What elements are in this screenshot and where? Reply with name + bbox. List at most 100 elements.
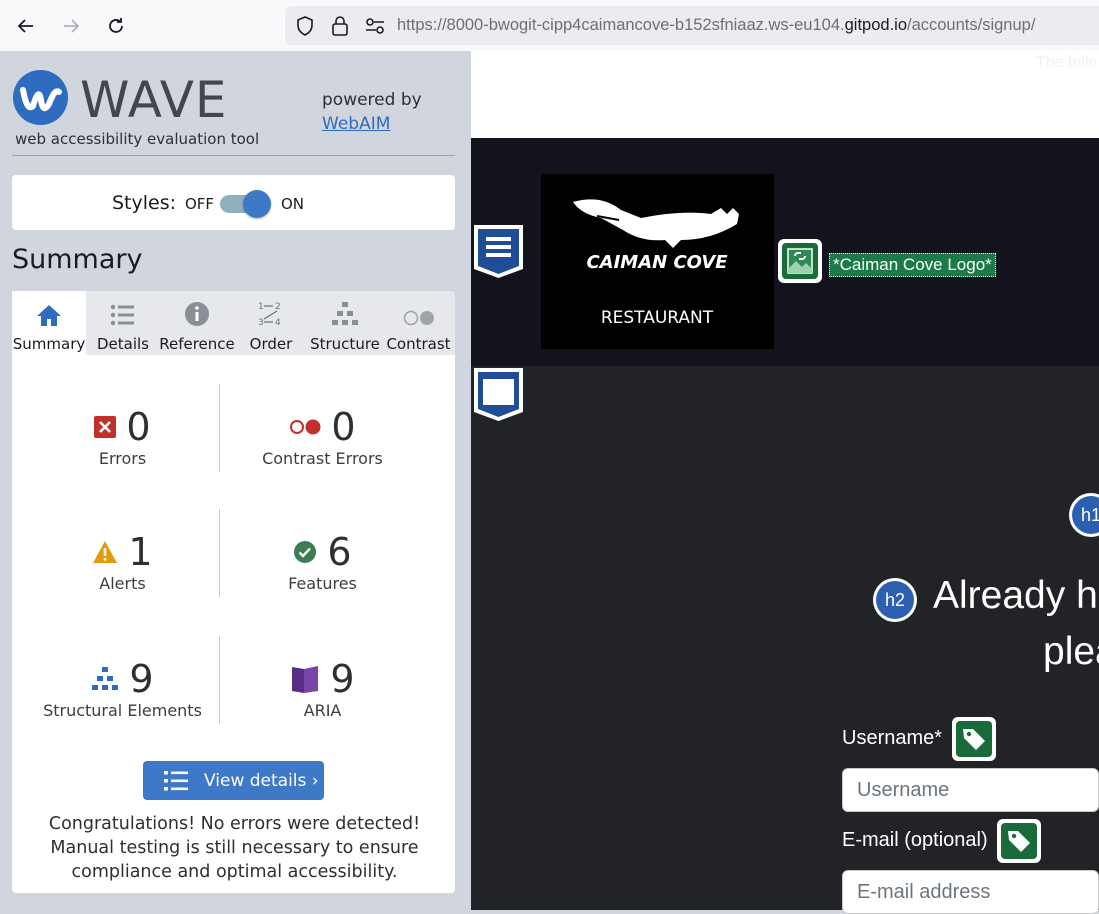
label-badge-username[interactable] <box>952 717 996 761</box>
username-label: Username* <box>842 727 943 749</box>
tab-contrast[interactable]: Contrast <box>382 291 455 355</box>
email-input[interactable]: E-mail address <box>842 870 1099 914</box>
structure-icon <box>332 302 358 325</box>
tag-icon <box>963 729 985 750</box>
tab-label: Contrast <box>386 335 451 353</box>
h1-badge-label: h1 <box>1072 496 1099 534</box>
congrats-message: Congratulations! No errors were detected… <box>48 814 421 882</box>
reload-icon <box>109 18 123 33</box>
divider <box>219 636 220 724</box>
tab-label: Details <box>96 335 149 353</box>
view-details-button[interactable]: View details › <box>143 761 324 800</box>
url-path: /accounts/signup/ <box>907 16 1036 34</box>
error-icon <box>94 416 117 438</box>
tab-order[interactable]: 1 2 3 4 Order <box>234 291 308 355</box>
linked-image-icon <box>787 248 813 274</box>
wave-logo-mark <box>13 70 68 125</box>
logo-alt-label: *Caiman Cove Logo* <box>829 253 996 277</box>
url-prefix: https://8000-bwogit-cipp4caimancove-b152… <box>397 16 845 34</box>
list-icon <box>164 770 188 790</box>
header-region-icon[interactable] <box>472 223 525 279</box>
forward-button[interactable] <box>57 12 85 40</box>
tab-structure[interactable]: Structure <box>308 291 382 355</box>
tab-details[interactable]: Details <box>86 291 160 355</box>
alerts-label: Alerts <box>99 574 146 593</box>
styles-on-label: ON <box>281 195 305 213</box>
tab-label: Structure <box>310 335 380 353</box>
features-label: Features <box>288 574 357 593</box>
divider <box>12 155 455 156</box>
info-icon <box>185 302 209 326</box>
contrast-error-icon <box>290 419 321 435</box>
h2-badge-label: h2 <box>876 581 914 619</box>
svg-text:3: 3 <box>258 318 264 327</box>
stat-features[interactable]: 6 Features <box>240 530 405 593</box>
caiman-cove-logo[interactable]: CAIMAN COVE RESTAURANT <box>541 174 774 349</box>
styles-toggle-knob[interactable] <box>243 190 271 218</box>
stat-aria[interactable]: 9 ARIA <box>240 657 405 720</box>
main-region-icon[interactable] <box>472 366 525 422</box>
summary-heading: Summary <box>12 244 143 275</box>
tab-summary[interactable]: Summary <box>12 291 86 355</box>
url-domain: gitpod.io <box>844 16 907 34</box>
tab-label: Order <box>249 335 293 353</box>
forward-arrow-icon <box>64 19 80 33</box>
logo-subtitle: RESTAURANT <box>601 308 714 328</box>
linked-image-badge[interactable] <box>778 239 822 283</box>
label-badge-email[interactable] <box>997 819 1041 863</box>
wave-logo-text: WAVE <box>80 71 228 129</box>
svg-text:1: 1 <box>258 302 264 312</box>
reload-button[interactable] <box>102 12 130 40</box>
tab-label: Summary <box>12 335 86 353</box>
wave-logo-icon <box>20 87 62 112</box>
order-icon: 1 2 3 4 <box>258 302 281 327</box>
tab-reference[interactable]: Reference <box>159 291 235 355</box>
svg-text:4: 4 <box>275 318 281 327</box>
lock-icon[interactable] <box>331 15 349 36</box>
structural-label: Structural Elements <box>43 701 202 720</box>
stat-contrast-errors[interactable]: 0 Contrast Errors <box>240 405 405 468</box>
contrast-errors-label: Contrast Errors <box>262 449 383 468</box>
email-label: E-mail (optional) <box>842 829 988 851</box>
signin-heading: Already h <box>933 574 1098 617</box>
view-details-label: View details › <box>204 770 319 791</box>
powered-by-text: powered by <box>322 90 422 110</box>
home-icon <box>37 305 61 326</box>
page-top-text: The follo <box>1036 54 1098 71</box>
stat-alerts[interactable]: 1 Alerts <box>40 530 205 593</box>
stat-errors[interactable]: 0 Errors <box>40 405 205 468</box>
shield-icon[interactable] <box>296 16 314 36</box>
url-text[interactable]: https://8000-bwogit-cipp4caimancove-b152… <box>397 16 1035 35</box>
structural-count: 9 <box>129 657 154 701</box>
errors-count: 0 <box>126 405 151 449</box>
structure-icon <box>92 667 119 690</box>
stat-structural-elements[interactable]: 9 Structural Elements <box>30 657 215 720</box>
logo-title: CAIMAN COVE <box>586 252 728 273</box>
back-arrow-icon <box>17 19 33 33</box>
webaim-link[interactable]: WebAIM <box>322 114 390 134</box>
errors-label: Errors <box>98 449 147 468</box>
username-input[interactable]: Username <box>842 768 1099 812</box>
contrast-errors-count: 0 <box>331 405 356 449</box>
caiman-cove-logo-image: CAIMAN COVE RESTAURANT <box>573 199 739 328</box>
aria-count: 9 <box>330 657 355 701</box>
page-top-area <box>471 51 1099 138</box>
signin-heading-line2: plea <box>1043 630 1099 673</box>
wave-tagline: web accessibility evaluation tool <box>15 130 260 148</box>
styles-label: Styles: <box>112 192 177 214</box>
contrast-icon <box>403 310 434 326</box>
divider <box>219 509 220 597</box>
aria-icon <box>292 666 319 693</box>
permissions-icon[interactable] <box>364 17 386 35</box>
svg-text:2: 2 <box>275 302 281 312</box>
aria-label: ARIA <box>303 701 342 720</box>
tag-icon <box>1008 831 1030 852</box>
feature-check-icon <box>294 541 317 563</box>
features-count: 6 <box>327 530 352 574</box>
list-icon <box>110 304 134 326</box>
h2-badge[interactable]: h2 <box>873 578 917 622</box>
tab-label: Reference <box>159 335 235 353</box>
back-button[interactable] <box>12 12 40 40</box>
powered-by: powered by WebAIM <box>322 88 422 136</box>
styles-off-label: OFF <box>185 195 215 213</box>
